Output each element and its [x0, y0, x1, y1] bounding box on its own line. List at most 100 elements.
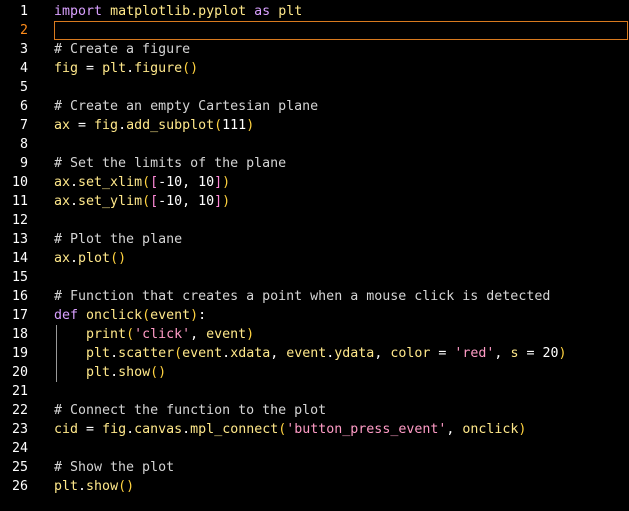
code-token: scatter — [118, 346, 175, 361]
line-number: 12 — [11, 213, 28, 228]
code-line[interactable]: 10 ax.set_xlim([-10, 10]) — [0, 173, 629, 192]
code-line[interactable]: 18 print('click', event) — [0, 325, 629, 344]
code-token: , — [494, 346, 511, 361]
line-number: 14 — [11, 251, 28, 266]
code-text: # Show the plot — [54, 458, 174, 477]
line-number: 13 — [11, 232, 28, 247]
code-token: . — [70, 194, 79, 209]
code-token: . — [110, 346, 119, 361]
code-line[interactable]: 7 ax = fig.add_subplot(111) — [0, 116, 629, 135]
code-line[interactable]: 22 # Connect the function to the plot — [0, 401, 629, 420]
code-token: ydata — [334, 346, 375, 361]
code-text: # Connect the function to the plot — [54, 401, 326, 420]
code-line[interactable]: 4 fig = plt.figure() — [0, 59, 629, 78]
code-line[interactable]: 9 # Set the limits of the plane — [0, 154, 629, 173]
code-line[interactable]: 11 ax.set_ylim([-10, 10]) — [0, 192, 629, 211]
code-token: ) — [518, 422, 527, 437]
code-line[interactable]: 8 — [0, 135, 629, 154]
code-token: . — [182, 422, 191, 437]
code-line[interactable]: 15 — [0, 268, 629, 287]
code-token: onclick — [462, 422, 519, 437]
code-token: () — [150, 365, 167, 380]
code-text: ax.plot() — [54, 249, 126, 268]
code-line[interactable]: 5 — [0, 78, 629, 97]
code-token: () — [118, 479, 135, 494]
code-token: [ — [150, 194, 159, 209]
line-number: 5 — [19, 80, 28, 95]
code-token: xdata — [230, 346, 271, 361]
code-token: figure — [134, 61, 183, 76]
line-number: 8 — [19, 137, 28, 152]
code-line[interactable]: 2 — [0, 21, 629, 40]
code-line[interactable]: 25 # Show the plot — [0, 458, 629, 477]
line-number: 17 — [11, 308, 28, 323]
current-line-highlight — [54, 21, 628, 40]
code-line[interactable]: 16 # Function that creates a point when a… — [0, 287, 629, 306]
code-token: import — [54, 4, 103, 19]
code-token: 'button_press_event' — [286, 422, 447, 437]
code-token: ax — [54, 194, 71, 209]
code-token: ( — [142, 175, 151, 190]
code-token: plt — [86, 346, 111, 361]
code-text: print('click', event) — [54, 325, 254, 344]
code-token: 'red' — [454, 346, 495, 361]
line-number: 20 — [11, 365, 28, 380]
code-token: . — [126, 61, 135, 76]
code-token: . — [78, 479, 87, 494]
code-token: show — [86, 479, 119, 494]
line-number: 15 — [11, 270, 28, 285]
code-line[interactable]: 14 ax.plot() — [0, 249, 629, 268]
code-text: def onclick(event): — [54, 306, 206, 325]
code-token: -10, 10 — [158, 175, 215, 190]
code-text: # Create an empty Cartesian plane — [54, 97, 318, 116]
code-token: = — [430, 346, 455, 361]
code-token: canvas — [134, 422, 183, 437]
code-line[interactable]: 19 plt.scatter(event.xdata, event.ydata,… — [0, 344, 629, 363]
code-token: cid — [54, 422, 79, 437]
code-line[interactable]: 23 cid = fig.canvas.mpl_connect('button_p… — [0, 420, 629, 439]
code-token: 111 — [222, 118, 247, 133]
code-text: fig = plt.figure() — [54, 59, 198, 78]
code-token: fig — [94, 118, 119, 133]
code-line[interactable]: 24 — [0, 439, 629, 458]
code-token: plt — [54, 479, 79, 494]
code-text: # Create a figure — [54, 40, 190, 59]
line-number: 25 — [11, 460, 28, 475]
code-token: event — [206, 327, 247, 342]
code-line[interactable]: 20 plt.show() — [0, 363, 629, 382]
line-number: 4 — [19, 61, 28, 76]
code-token: matplotlib.pyplot — [110, 4, 247, 19]
code-token: fig — [102, 422, 127, 437]
code-line[interactable]: 1 import matplotlib.pyplot as plt — [0, 2, 629, 21]
line-number: 9 — [19, 156, 28, 171]
code-editor[interactable]: 1 import matplotlib.pyplot as plt 2 3 # Crea… — [0, 0, 629, 511]
code-token: as — [254, 4, 271, 19]
code-token: ( — [174, 346, 183, 361]
line-number: 7 — [19, 118, 28, 133]
code-token: # Create a figure — [54, 42, 191, 57]
line-number: 23 — [11, 422, 28, 437]
code-line[interactable]: 3 # Create a figure — [0, 40, 629, 59]
code-token: . — [118, 118, 127, 133]
line-number: 24 — [11, 441, 28, 456]
code-line[interactable]: 26 plt.show() — [0, 477, 629, 496]
code-line[interactable]: 17 def onclick(event): — [0, 306, 629, 325]
code-token: () — [182, 61, 199, 76]
code-line[interactable]: 12 — [0, 211, 629, 230]
code-line[interactable]: 6 # Create an empty Cartesian plane — [0, 97, 629, 116]
code-token: color — [390, 346, 431, 361]
code-line[interactable]: 21 — [0, 382, 629, 401]
line-number: 26 — [11, 479, 28, 494]
code-token: : — [198, 308, 207, 323]
code-line[interactable]: 13 # Plot the plane — [0, 230, 629, 249]
code-token: ( — [142, 308, 151, 323]
line-number: 21 — [11, 384, 28, 399]
code-token: # Show the plot — [54, 460, 175, 475]
code-token: ) — [222, 175, 231, 190]
code-token: = — [518, 346, 543, 361]
code-token: ( — [126, 327, 135, 342]
